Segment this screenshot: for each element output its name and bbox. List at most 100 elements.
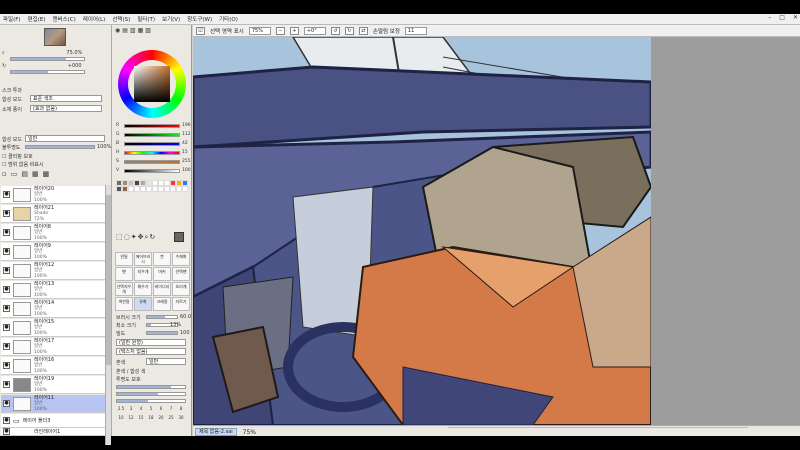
hide-checkbox-row[interactable]: ☐ 범위 없음 비표시 <box>2 161 43 168</box>
menu-window[interactable]: 창도구(W) <box>187 15 212 23</box>
eye-icon[interactable]: ● <box>3 248 10 255</box>
rotation-select[interactable]: +0° <box>303 26 326 35</box>
tool-select-eraser[interactable]: 선택지우개 <box>115 282 133 296</box>
size-preset[interactable]: 30 <box>176 415 186 424</box>
close-icon[interactable]: ✕ <box>793 14 798 21</box>
blend-mode-select[interactable]: 일반 <box>146 358 186 365</box>
menu-layer[interactable]: 레이어(L) <box>83 15 106 23</box>
mix-slider[interactable] <box>116 385 186 389</box>
menu-canvas[interactable]: 캔버스(C) <box>52 15 75 23</box>
tool-select-pen[interactable]: 선택펜 <box>172 267 190 281</box>
tool-crop[interactable]: 자르기 <box>172 297 190 311</box>
blend-select[interactable]: 표준 색조 <box>30 95 102 102</box>
eye-icon[interactable]: ● <box>3 428 10 435</box>
selection-toggle-icon[interactable]: ☑ <box>196 26 205 35</box>
rotate-left-icon[interactable]: ↺ <box>330 26 340 35</box>
size-preset[interactable]: 3 <box>126 406 136 415</box>
mode-select[interactable]: 일반 <box>25 135 105 142</box>
copy-layer-icon[interactable]: ▤ <box>21 170 32 178</box>
rgb-tab-icon[interactable]: ▤ <box>122 27 130 34</box>
tool-bucket[interactable]: 채우기 <box>134 282 152 296</box>
tool-crayon[interactable]: 크레용 <box>153 297 171 311</box>
tool-pencil[interactable]: 연필 <box>115 252 133 266</box>
layer-item[interactable]: ● 레이어13 일반 100% <box>1 281 105 299</box>
color-square[interactable] <box>134 66 170 102</box>
menu-select[interactable]: 선택(S) <box>112 15 130 23</box>
zoom-out-icon[interactable]: − <box>275 26 285 35</box>
brush-shape-select[interactable]: (일반 원형) <box>116 339 186 346</box>
menu-view[interactable]: 보기(V) <box>162 15 180 23</box>
zoom-select[interactable]: 75% <box>248 26 271 35</box>
size-preset[interactable]: 5 <box>146 406 156 415</box>
layer-item[interactable]: ● 라인레이어1 <box>1 428 105 436</box>
tool-color-pencil[interactable]: 색연필 <box>115 297 133 311</box>
size-preset[interactable]: 2.5 <box>116 406 126 415</box>
layer-item[interactable]: ● 레이어14 일반 100% <box>1 300 105 318</box>
texture-select[interactable]: (효과 없음) <box>30 105 102 112</box>
rotate-right-icon[interactable]: ↻ <box>344 26 354 35</box>
eye-icon[interactable]: ● <box>3 417 10 424</box>
menu-file[interactable]: 파일(F) <box>3 15 21 23</box>
eye-icon[interactable]: ● <box>3 343 10 350</box>
tool-pen[interactable]: 펜 <box>115 267 133 281</box>
foreground-color-swatch[interactable] <box>174 232 184 242</box>
stabilizer-select[interactable]: 11 <box>404 26 427 35</box>
document-tab[interactable]: 제목 없음-2.sai <box>195 428 237 436</box>
size-preset[interactable]: 8 <box>176 406 186 415</box>
brush-texture-select[interactable]: (텍스처 없음) <box>116 348 186 355</box>
clip-checkbox-row[interactable]: ☐ 클리핑 보호 <box>2 153 33 160</box>
brush-size-slider[interactable] <box>146 315 178 319</box>
lasso-icon[interactable]: ◌ <box>124 233 131 241</box>
eye-icon[interactable]: ● <box>3 229 10 236</box>
layer-folder[interactable]: ● ▭ 레이어 폴더3 <box>1 414 105 428</box>
size-preset[interactable]: 25 <box>166 415 176 424</box>
navigator-thumbnail[interactable] <box>44 28 66 46</box>
navigator-zoom-slider[interactable] <box>10 57 85 61</box>
channel-r-slider[interactable] <box>124 124 180 128</box>
menu-other[interactable]: 기타(O) <box>219 15 238 23</box>
tool-airbrush[interactable]: 에어브러시 <box>134 252 152 266</box>
layer-item[interactable]: ● 레이어9 일반 100% <box>1 243 105 261</box>
zoom-in-icon[interactable]: + <box>289 26 299 35</box>
layer-item[interactable]: ● 레이어21 Shade 72% <box>1 205 105 223</box>
layer-item[interactable]: ● 레이어20 일반 100% <box>1 186 105 204</box>
merge-layer-icon[interactable]: ▦ <box>32 170 43 178</box>
channel-b-slider[interactable] <box>124 142 180 146</box>
menu-filter[interactable]: 필터(T) <box>137 15 155 23</box>
layer-item[interactable]: ● 레이어17 일반 100% <box>1 338 105 356</box>
layer-item[interactable]: ● 레이어8 일반 100% <box>1 224 105 242</box>
channel-v-slider[interactable] <box>124 169 180 173</box>
layer-scrollbar[interactable] <box>105 185 111 445</box>
layer-item[interactable]: ● 레이어15 일반 100% <box>1 319 105 337</box>
eye-icon[interactable]: ● <box>3 191 10 198</box>
color-wheel[interactable] <box>118 50 186 118</box>
blend-option-1[interactable]: 혼색 / 합성 색 <box>116 368 145 375</box>
layer-item[interactable]: ● 레이어12 일반 100% <box>1 262 105 280</box>
eye-icon[interactable]: ● <box>3 362 10 369</box>
eye-icon[interactable]: ● <box>3 267 10 274</box>
color-swatches[interactable] <box>116 180 188 230</box>
eye-icon[interactable]: ● <box>3 381 10 388</box>
size-preset[interactable]: 15 <box>136 415 146 424</box>
eye-icon[interactable]: ● <box>3 210 10 217</box>
tool-brush[interactable]: 붓 <box>153 252 171 266</box>
opacity-slider[interactable] <box>25 145 95 149</box>
artwork-canvas[interactable] <box>193 37 651 425</box>
tool-marker[interactable]: 마커 <box>153 267 171 281</box>
eye-icon[interactable]: ● <box>3 324 10 331</box>
channel-s-slider[interactable] <box>124 160 180 164</box>
layer-item-selected[interactable]: ● 레이어11 일반 100% <box>1 395 105 413</box>
tool-oil-selected[interactable]: 유화 <box>134 297 152 311</box>
layer-item[interactable]: ● 레이어16 일반 100% <box>1 357 105 375</box>
size-preset[interactable]: 20 <box>156 415 166 424</box>
eye-icon[interactable]: ● <box>3 305 10 312</box>
blend-option-2[interactable]: 투명도 보호 <box>116 376 141 383</box>
water-slider[interactable] <box>116 392 186 396</box>
scratch-tab-icon[interactable]: ▧ <box>145 27 153 34</box>
channel-h-slider[interactable] <box>124 151 180 155</box>
eye-icon[interactable]: ● <box>3 286 10 293</box>
layer-item[interactable]: ● 레이어19 일반 100% <box>1 376 105 394</box>
size-preset[interactable]: 12 <box>126 415 136 424</box>
flip-icon[interactable]: ⇄ <box>358 26 368 35</box>
size-preset[interactable]: 10 <box>116 415 126 424</box>
